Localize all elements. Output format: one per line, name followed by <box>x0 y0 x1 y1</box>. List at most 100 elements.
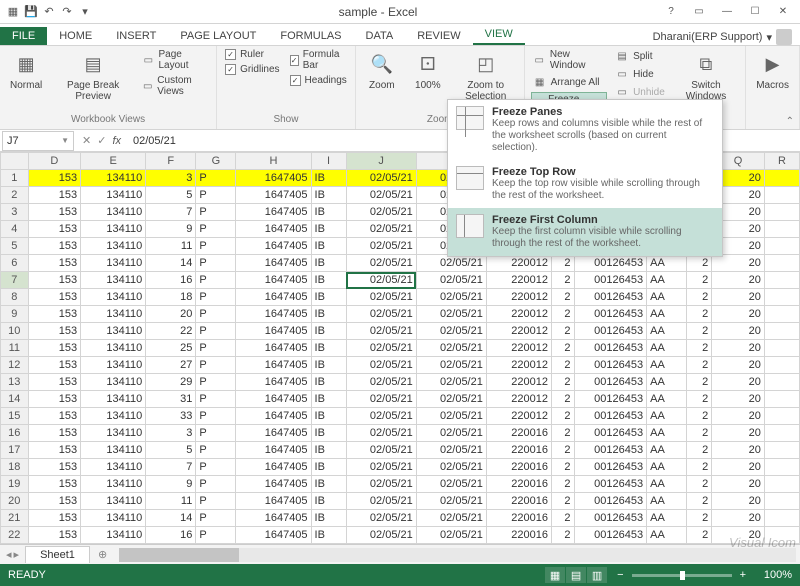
cell[interactable]: 1647405 <box>236 391 311 408</box>
maximize-icon[interactable]: ☐ <box>742 3 768 21</box>
column-header-H[interactable]: H <box>236 153 311 170</box>
row-header[interactable]: 9 <box>1 306 29 323</box>
cell[interactable]: 02/05/21 <box>346 374 416 391</box>
cell[interactable]: 220016 <box>486 459 551 476</box>
row-header[interactable]: 16 <box>1 425 29 442</box>
cell[interactable] <box>764 374 799 391</box>
cell[interactable]: 1647405 <box>236 493 311 510</box>
cell[interactable]: 31 <box>146 391 196 408</box>
cell[interactable]: P <box>196 204 236 221</box>
cell[interactable]: 02/05/21 <box>416 374 486 391</box>
cell[interactable]: AA <box>647 323 687 340</box>
cell[interactable]: 153 <box>28 408 81 425</box>
cell[interactable] <box>764 527 799 544</box>
cell[interactable]: 20 <box>712 408 765 425</box>
cell[interactable]: 02/05/21 <box>346 442 416 459</box>
cell[interactable]: 02/05/21 <box>416 306 486 323</box>
cell[interactable]: 134110 <box>81 289 146 306</box>
cell[interactable]: P <box>196 425 236 442</box>
cell[interactable]: 20 <box>712 289 765 306</box>
cell[interactable]: 2 <box>687 527 712 544</box>
cell[interactable] <box>764 408 799 425</box>
normal-view-button[interactable]: ▦ Normal <box>6 48 46 93</box>
cell[interactable]: 153 <box>28 442 81 459</box>
cell[interactable]: 00126453 <box>574 374 647 391</box>
cell[interactable]: IB <box>311 340 346 357</box>
cell[interactable]: 7 <box>146 459 196 476</box>
cell[interactable]: IB <box>311 272 346 289</box>
cell[interactable]: 153 <box>28 510 81 527</box>
cell[interactable] <box>764 170 799 187</box>
cell[interactable]: 02/05/21 <box>346 221 416 238</box>
cell[interactable]: 00126453 <box>574 425 647 442</box>
cell[interactable]: IB <box>311 459 346 476</box>
cell[interactable]: 134110 <box>81 425 146 442</box>
cell[interactable]: 220016 <box>486 493 551 510</box>
cell[interactable]: 02/05/21 <box>416 357 486 374</box>
cell[interactable]: AA <box>647 289 687 306</box>
cell[interactable]: 2 <box>551 340 574 357</box>
cell[interactable]: 220016 <box>486 527 551 544</box>
cell[interactable]: 18 <box>146 289 196 306</box>
cell[interactable]: 2 <box>687 459 712 476</box>
cell[interactable]: 1647405 <box>236 272 311 289</box>
cell[interactable]: 134110 <box>81 459 146 476</box>
cell[interactable]: 220012 <box>486 272 551 289</box>
custom-views-button[interactable]: ▭Custom Views <box>140 74 210 98</box>
cell[interactable]: AA <box>647 408 687 425</box>
row-header[interactable]: 8 <box>1 289 29 306</box>
cell[interactable]: 02/05/21 <box>416 510 486 527</box>
cell[interactable]: 134110 <box>81 510 146 527</box>
cell[interactable]: IB <box>311 510 346 527</box>
cell[interactable]: 00126453 <box>574 459 647 476</box>
cell[interactable]: 00126453 <box>574 442 647 459</box>
cell[interactable] <box>764 510 799 527</box>
row-header[interactable]: 12 <box>1 357 29 374</box>
cell[interactable]: 02/05/21 <box>416 408 486 425</box>
cell[interactable]: 220016 <box>486 476 551 493</box>
cell[interactable]: 02/05/21 <box>416 476 486 493</box>
column-header-G[interactable]: G <box>196 153 236 170</box>
cell[interactable]: 134110 <box>81 476 146 493</box>
cell[interactable]: 2 <box>687 340 712 357</box>
cell[interactable]: 2 <box>687 476 712 493</box>
cell[interactable]: 1647405 <box>236 238 311 255</box>
row-header[interactable]: 10 <box>1 323 29 340</box>
cell[interactable]: P <box>196 340 236 357</box>
cell[interactable]: 02/05/21 <box>346 459 416 476</box>
column-header-J[interactable]: J <box>346 153 416 170</box>
cell[interactable]: 134110 <box>81 170 146 187</box>
cell[interactable]: P <box>196 357 236 374</box>
cell[interactable]: 134110 <box>81 374 146 391</box>
cell[interactable]: 02/05/21 <box>416 425 486 442</box>
cell[interactable]: 9 <box>146 221 196 238</box>
horizontal-scrollbar[interactable] <box>119 548 796 562</box>
arrange-all-button[interactable]: ▦Arrange All <box>531 74 607 90</box>
cell[interactable] <box>764 357 799 374</box>
cell[interactable]: AA <box>647 272 687 289</box>
cell[interactable]: 134110 <box>81 306 146 323</box>
zoom-button[interactable]: 🔍Zoom <box>362 48 402 93</box>
column-header-I[interactable]: I <box>311 153 346 170</box>
cell[interactable]: 02/05/21 <box>416 493 486 510</box>
cell[interactable]: 220016 <box>486 425 551 442</box>
row-header[interactable]: 22 <box>1 527 29 544</box>
cell[interactable]: 02/05/21 <box>346 306 416 323</box>
cell[interactable]: 2 <box>551 493 574 510</box>
cell[interactable]: 153 <box>28 204 81 221</box>
accept-formula-icon[interactable]: ✓ <box>97 134 106 147</box>
cell[interactable]: 02/05/21 <box>346 408 416 425</box>
column-header-R[interactable]: R <box>764 153 799 170</box>
cell[interactable]: 153 <box>28 272 81 289</box>
cell[interactable]: 153 <box>28 459 81 476</box>
cell[interactable]: 1647405 <box>236 323 311 340</box>
user-dropdown-icon[interactable]: ▾ <box>766 31 772 44</box>
cell[interactable]: 2 <box>687 425 712 442</box>
cell[interactable]: 16 <box>146 527 196 544</box>
cell[interactable]: P <box>196 221 236 238</box>
cell[interactable]: 153 <box>28 255 81 272</box>
user-area[interactable]: Dharani(ERP Support) ▾ <box>653 29 800 45</box>
cell[interactable]: 153 <box>28 289 81 306</box>
row-header[interactable]: 13 <box>1 374 29 391</box>
cell[interactable]: P <box>196 170 236 187</box>
